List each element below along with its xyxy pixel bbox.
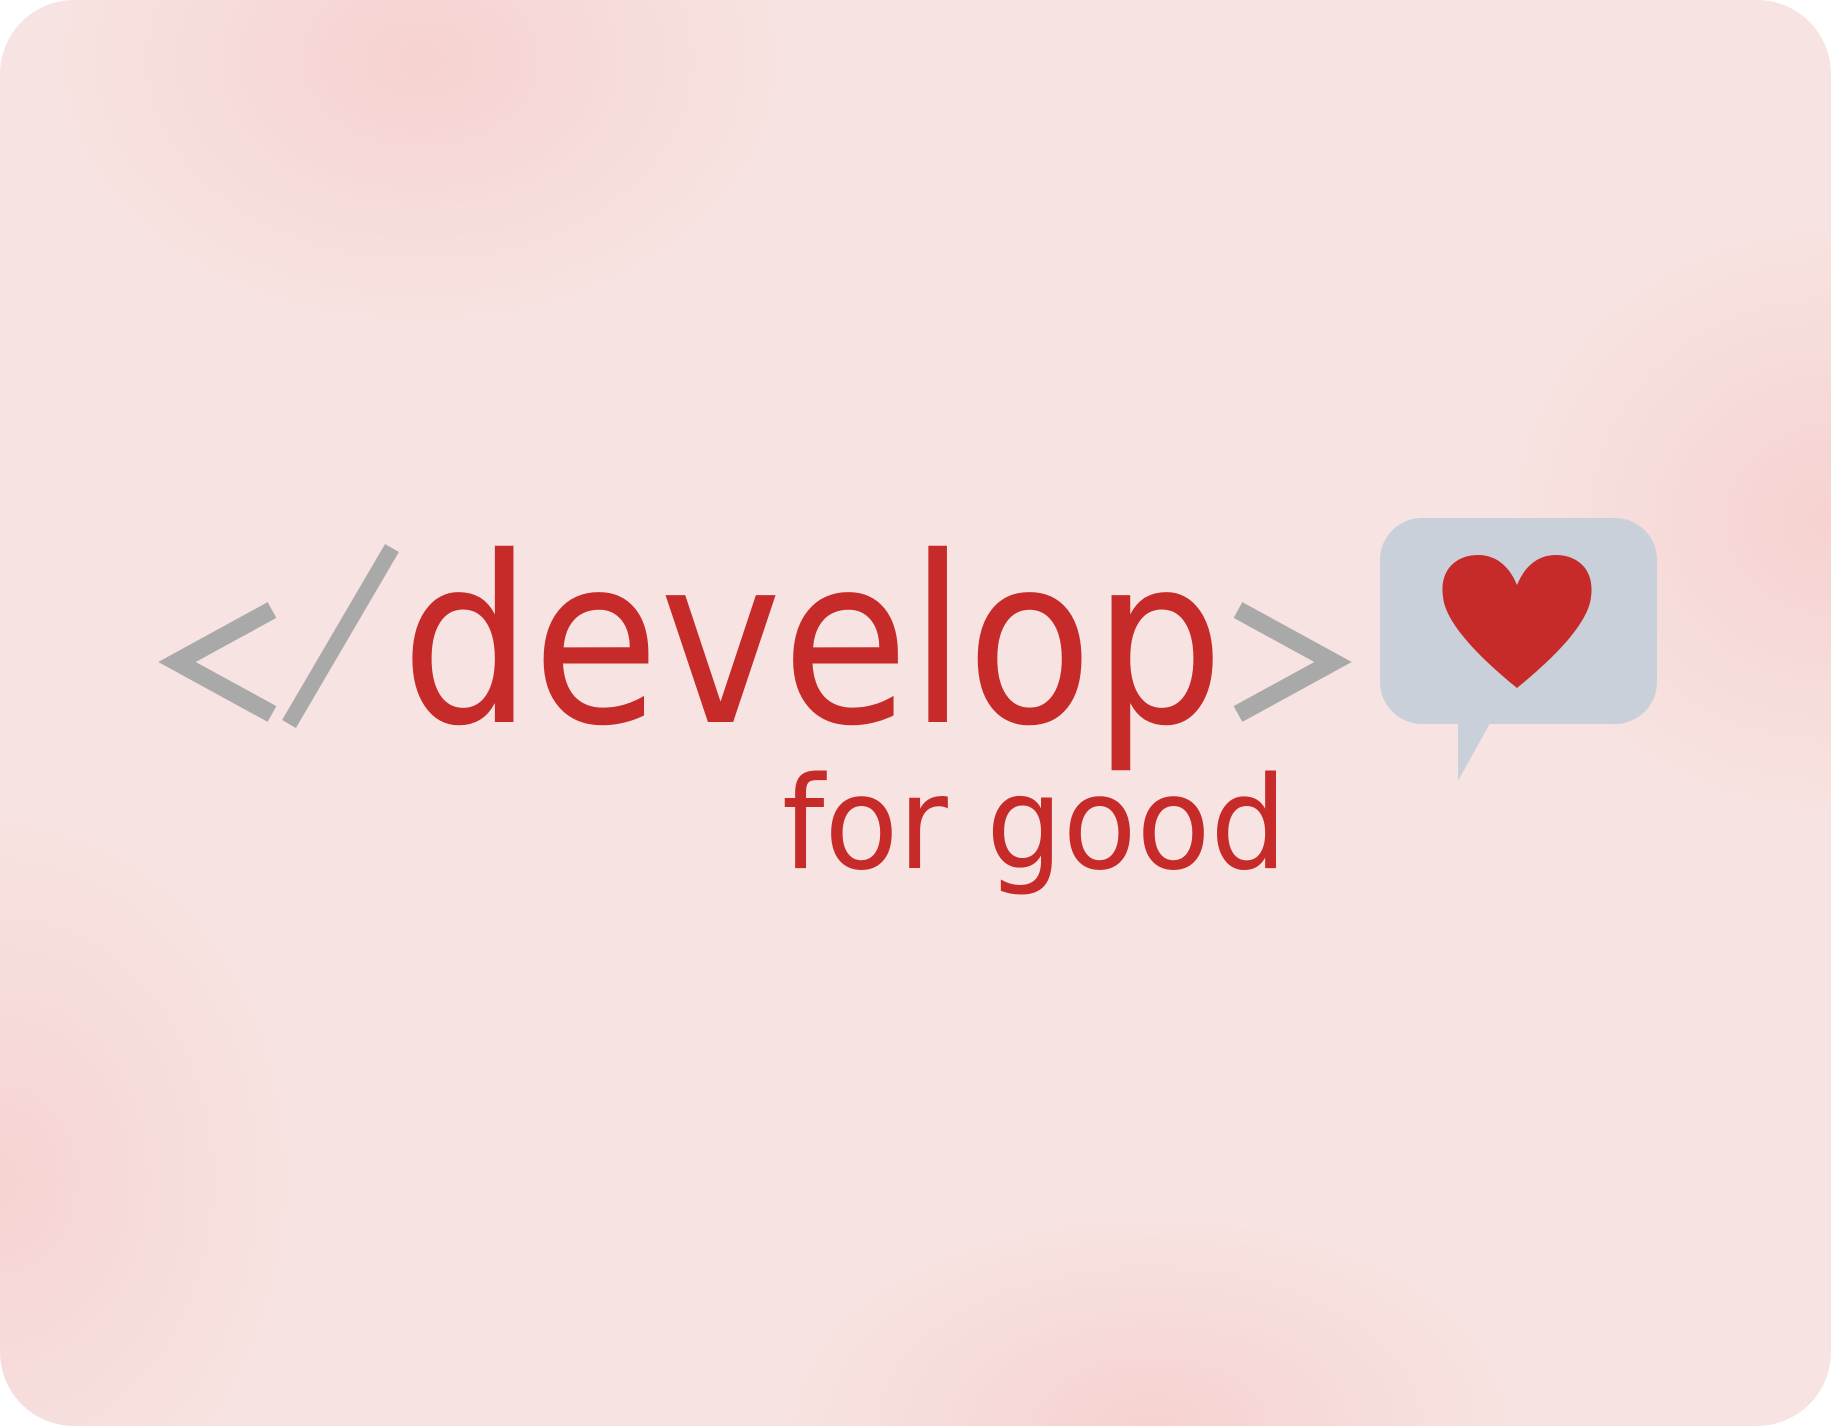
logo-wordmark: develop xyxy=(401,507,1224,777)
logo-card: develop for good xyxy=(0,0,1831,1426)
speech-bubble-icon xyxy=(1380,518,1657,781)
code-bracket-close-icon xyxy=(1233,602,1352,722)
slash-icon xyxy=(282,543,399,729)
develop-for-good-logo: develop for good xyxy=(158,507,1657,899)
code-bracket-open-icon xyxy=(158,602,277,722)
logo-tagline: for good xyxy=(782,750,1287,899)
